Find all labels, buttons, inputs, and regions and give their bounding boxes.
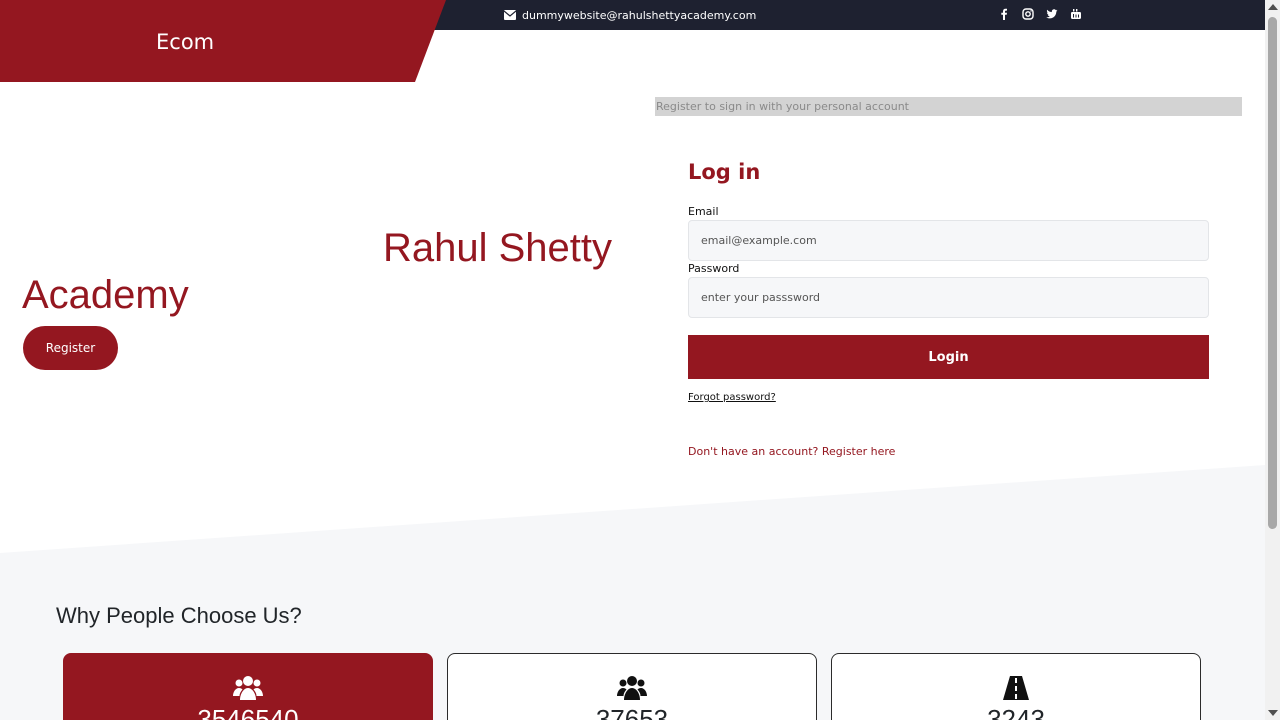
envelope-icon	[504, 10, 516, 20]
scroll-up-icon[interactable]	[1268, 4, 1278, 10]
password-label: Password	[688, 262, 740, 275]
login-title: Log in	[688, 160, 761, 184]
stat-value: 3243	[987, 704, 1045, 720]
register-button[interactable]: Register	[23, 326, 118, 370]
instagram-icon[interactable]	[1022, 7, 1034, 21]
contact-email-text: dummywebsite@rahulshettyacademy.com	[522, 8, 757, 22]
why-title: Why People Choose Us?	[56, 603, 302, 628]
scroll-down-icon[interactable]	[1268, 710, 1278, 716]
forgot-password-link[interactable]: Forgot password?	[688, 392, 776, 403]
vertical-scrollbar[interactable]	[1265, 0, 1280, 720]
stat-card: 37653	[447, 653, 817, 720]
social-links	[998, 7, 1082, 21]
youtube-icon[interactable]	[1070, 7, 1082, 21]
hero-title-line1: Rahul Shetty	[383, 226, 613, 270]
brand-logo[interactable]: Ecom	[156, 30, 214, 54]
stat-card: 3243	[831, 653, 1201, 720]
hero-title-line2: Academy	[22, 273, 189, 317]
login-button[interactable]: Login	[688, 335, 1209, 379]
register-note: Register to sign in with your personal a…	[655, 97, 1242, 116]
email-label: Email	[688, 205, 719, 218]
stat-value: 37653	[595, 704, 669, 720]
brand-banner	[0, 0, 446, 82]
users-icon	[617, 676, 647, 700]
users-icon	[233, 676, 263, 700]
scroll-thumb[interactable]	[1268, 17, 1277, 529]
register-link[interactable]: Don't have an account? Register here	[688, 445, 895, 458]
stat-value: 3546540	[197, 704, 299, 720]
contact-email[interactable]: dummywebsite@rahulshettyacademy.com	[504, 7, 756, 23]
twitter-icon[interactable]	[1046, 7, 1058, 21]
password-field[interactable]	[688, 277, 1209, 318]
road-icon	[1003, 676, 1029, 700]
stat-card: 3546540	[63, 653, 433, 720]
facebook-icon[interactable]	[998, 7, 1010, 21]
email-field[interactable]	[688, 220, 1209, 261]
